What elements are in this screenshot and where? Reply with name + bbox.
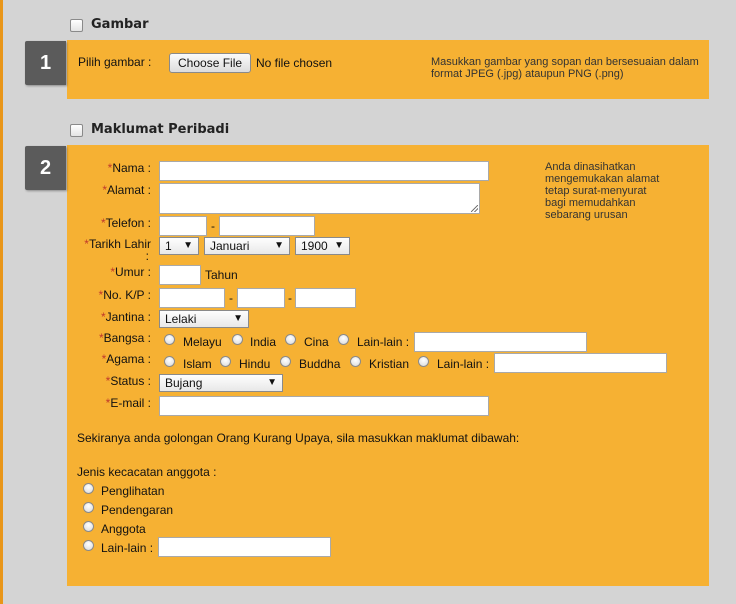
chevron-down-icon: ▼ xyxy=(183,240,193,251)
kecacatan-label: Jenis kecacatan anggota : xyxy=(77,465,217,479)
agama-option-label: Hindu xyxy=(239,357,271,371)
nama-input[interactable] xyxy=(159,161,489,181)
bangsa-option-label: Cina xyxy=(304,335,329,349)
image-note-line2: format JPEG (.jpg) ataupun PNG (.png) xyxy=(431,68,624,80)
address-note-line: Anda dinasihatkan xyxy=(545,161,636,173)
bangsa-label: *Bangsa : xyxy=(98,331,151,345)
alamat-label: *Alamat : xyxy=(102,183,151,197)
agama-option-label: Lain-lain : xyxy=(437,357,490,371)
tarikh-lahir-label: *Tarikh Lahir xyxy=(84,237,151,251)
section-gambar-checkbox[interactable] xyxy=(70,19,83,32)
alamat-textarea[interactable] xyxy=(159,183,480,214)
resize-grip-icon[interactable] xyxy=(471,205,478,212)
bangsa-option-label: Melayu xyxy=(183,335,222,349)
kecacatan-option-label: Pendengaran xyxy=(101,503,174,517)
kecacatan-radio-penglihatan[interactable] xyxy=(83,483,94,494)
birth-day-select[interactable]: 1 ▼ xyxy=(159,237,199,255)
kecacatan-option-label: Penglihatan xyxy=(101,484,165,498)
agama-radio-buddha[interactable] xyxy=(280,356,291,367)
umur-label: *Umur : xyxy=(110,265,151,279)
address-note-line: tetap surat-menyurat xyxy=(545,185,647,197)
dash-separator: - xyxy=(229,291,233,305)
kecacatan-radio-pendengaran[interactable] xyxy=(83,502,94,513)
kp-part1-input[interactable] xyxy=(159,288,225,308)
address-note-line: bagi memudahkan xyxy=(545,197,636,209)
agama-radio-islam[interactable] xyxy=(164,356,175,367)
kecacatan-radio-anggota[interactable] xyxy=(83,521,94,532)
birth-month-select[interactable]: Januari ▼ xyxy=(204,237,290,255)
nama-label: *Nama : xyxy=(107,161,151,175)
kecacatan-option-label: Lain-lain : xyxy=(101,541,154,555)
section-gambar-title: Gambar xyxy=(91,17,149,32)
kp-part3-input[interactable] xyxy=(295,288,356,308)
bangsa-radio-cina[interactable] xyxy=(285,334,296,345)
agama-option-label: Kristian xyxy=(369,357,410,371)
chevron-down-icon: ▼ xyxy=(274,240,284,251)
dash-separator: - xyxy=(288,291,292,305)
status-label: *Status : xyxy=(105,374,151,388)
agama-label: *Agama : xyxy=(101,352,151,366)
kecacatan-option-label: Anggota xyxy=(101,522,146,536)
no-kp-label: *No. K/P : xyxy=(98,288,151,302)
email-label: *E-mail : xyxy=(105,396,151,410)
agama-radio-lain[interactable] xyxy=(418,356,429,367)
bangsa-radio-india[interactable] xyxy=(232,334,243,345)
umur-input[interactable] xyxy=(159,265,201,285)
left-accent-stripe xyxy=(0,0,3,604)
chevron-down-icon: ▼ xyxy=(267,377,277,388)
agama-option-label: Islam xyxy=(183,357,212,371)
status-select[interactable]: Bujang ▼ xyxy=(159,374,283,392)
chevron-down-icon: ▼ xyxy=(334,240,344,251)
section-number-badge: 1 xyxy=(25,41,66,85)
agama-option-label: Buddha xyxy=(299,357,341,371)
bangsa-option-label: India xyxy=(250,335,277,349)
agama-other-input[interactable] xyxy=(494,353,667,373)
image-note-line1: Masukkan gambar yang sopan dan bersesuai… xyxy=(431,56,699,68)
bangsa-option-label: Lain-lain : xyxy=(357,335,410,349)
address-note-line: sebarang urusan xyxy=(545,209,628,221)
oku-instruction-text: Sekiranya anda golongan Orang Kurang Upa… xyxy=(77,431,520,445)
telefon-label: *Telefon : xyxy=(100,216,151,230)
tahun-label: Tahun xyxy=(205,268,238,282)
bangsa-radio-melayu[interactable] xyxy=(164,334,175,345)
tarikh-lahir-colon: : xyxy=(145,249,149,263)
address-note-line: mengemukakan alamat xyxy=(545,173,660,185)
section-peribadi-checkbox[interactable] xyxy=(70,124,83,137)
section-peribadi-title: Maklumat Peribadi xyxy=(91,122,230,137)
agama-radio-hindu[interactable] xyxy=(220,356,231,367)
agama-radio-kristian[interactable] xyxy=(350,356,361,367)
chevron-down-icon: ▼ xyxy=(233,313,243,324)
section-number-badge: 2 xyxy=(25,146,66,190)
dash-separator: - xyxy=(211,219,215,233)
kecacatan-other-input[interactable] xyxy=(158,537,331,557)
jantina-select[interactable]: Lelaki ▼ xyxy=(159,310,249,328)
kecacatan-radio-lain[interactable] xyxy=(83,540,94,551)
file-status-text: No file chosen xyxy=(256,56,333,70)
bangsa-radio-lain[interactable] xyxy=(338,334,349,345)
telefon-number-input[interactable] xyxy=(219,216,315,236)
bangsa-other-input[interactable] xyxy=(414,332,587,352)
telefon-prefix-input[interactable] xyxy=(159,216,207,236)
email-input[interactable] xyxy=(159,396,489,416)
birth-year-select[interactable]: 1900 ▼ xyxy=(295,237,350,255)
pick-image-label: Pilih gambar : xyxy=(78,55,152,69)
kp-part2-input[interactable] xyxy=(237,288,285,308)
jantina-label: *Jantina : xyxy=(100,310,151,324)
choose-file-button[interactable]: Choose File xyxy=(169,53,252,73)
